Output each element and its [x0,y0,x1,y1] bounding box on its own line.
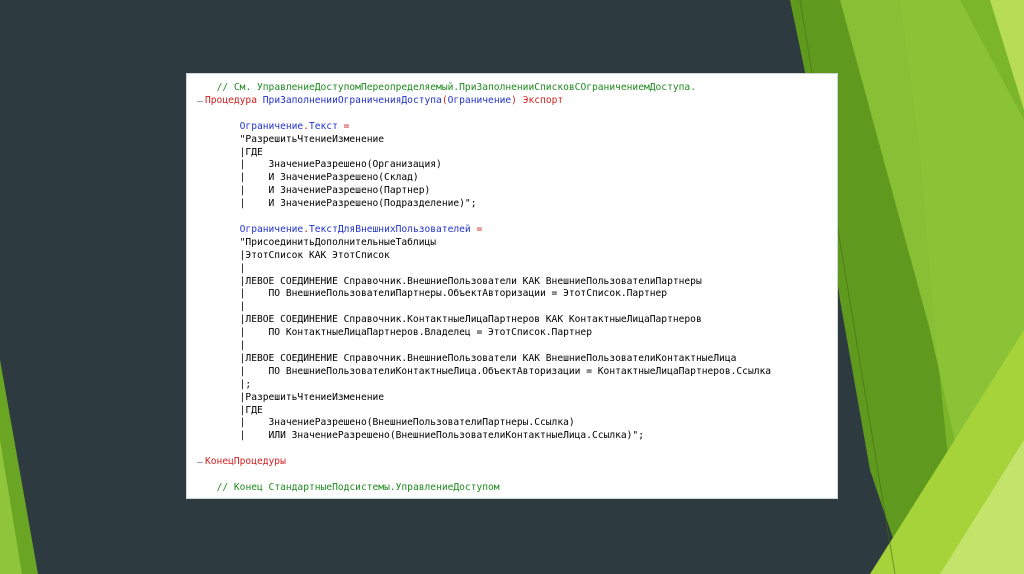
code-token: | ЗначениеРазрешено(ВнешниеПользователиП… [239,417,575,429]
code-line: | [205,340,246,353]
code-line: | [205,262,246,276]
fold-marker [197,100,203,102]
code-token: |ЛЕВОЕ СОЕДИНЕНИЕ Справочник.КонтактныеЛ… [239,314,702,326]
code-token: ПриЗаполненииОграниченияДоступа [262,94,442,106]
code-line: |ГДЕ [205,147,263,160]
code-token: | [239,262,246,274]
code-token: "РазрешитьЧтениеИзменение [239,133,385,145]
code-token: = [470,223,483,235]
code-token: | ЗначениеРазрешено(Организация) [239,159,442,171]
code-line: |ЛЕВОЕ СОЕДИНЕНИЕ Справочник.ВнешниеПоль… [205,276,702,289]
code-token: // См. УправлениеДоступомПереопределяемы… [216,82,696,93]
code-token: | И ЗначениеРазрешено(Партнер) [239,185,431,197]
fold-marker [197,462,203,464]
code-token: |ГДЕ [239,146,263,158]
code-token: = [337,120,350,132]
code-token: "ПрисоединитьДополнительныеТаблицы [239,236,437,248]
code-token: Процедура [205,94,263,106]
code-token: | И ЗначениеРазрешено(Склад) [239,172,419,184]
code-line: | ПО ВнешниеПользователиКонтактныеЛица.О… [205,366,771,379]
code-line: // См. УправлениеДоступомПереопределяемы… [205,82,696,95]
code-screenshot-panel: // См. УправлениеДоступомПереопределяемы… [186,73,838,499]
code-line: | ИЛИ ЗначениеРазрешено(ВнешниеПользоват… [205,430,644,443]
code-line: |ЭтотСписок КАК ЭтотСписок [205,250,390,263]
code-line: | ПО ВнешниеПользователиПартнеры.ОбъектА… [205,288,667,301]
code-line: |; [205,378,252,392]
code-token: | ПО ВнешниеПользователиПартнеры.ОбъектА… [239,288,668,300]
code-line: "РазрешитьЧтениеИзменение [205,134,384,147]
code-line: // Конец СтандартныеПодсистемы.Управлени… [205,482,500,495]
code-line: | ПО КонтактныеЛицаПартнеров.Владелец = … [205,327,592,340]
code-token: Ограничение [239,120,304,132]
code-line: | И ЗначениеРазрешено(Склад) [205,172,419,185]
code-token: Текст [308,120,338,132]
code-line: |РазрешитьЧтениеИзменение [205,392,384,405]
code-token: | ИЛИ ЗначениеРазрешено(ВнешниеПользоват… [239,430,644,442]
code-token: | ПО КонтактныеЛицаПартнеров.Владелец = … [239,327,592,339]
code-line: | И ЗначениеРазрешено(Подразделение)"; [205,198,477,211]
code-token: КонецПроцедуры [205,456,286,468]
code-token: | И ЗначениеРазрешено(Подразделение)"; [239,198,477,210]
code-line: КонецПроцедуры [205,456,286,469]
code-token: ) [511,94,523,106]
code-token: |РазрешитьЧтениеИзменение [239,391,385,403]
code-token: |ЭтотСписок КАК ЭтотСписок [239,249,390,261]
code-line: "ПрисоединитьДополнительныеТаблицы [205,237,436,250]
code-token: |ЛЕВОЕ СОЕДИНЕНИЕ Справочник.ВнешниеПоль… [239,275,702,287]
code-line: | И ЗначениеРазрешено(Партнер) [205,185,431,198]
code-token: |ЛЕВОЕ СОЕДИНЕНИЕ Справочник.ВнешниеПоль… [239,352,737,364]
code-token: | [239,340,246,351]
code-token: Ограничение [447,94,512,106]
code-line: Ограничение.ТекстДляВнешнихПользователей… [205,223,483,237]
code-token: |ГДЕ [239,404,263,416]
code-token: |; [239,378,252,390]
code-line: |ЛЕВОЕ СОЕДИНЕНИЕ Справочник.ВнешниеПоль… [205,352,737,366]
code-token: | [239,301,246,313]
code-line: | [205,301,246,314]
code-line: |ГДЕ [205,405,263,418]
code-line: Ограничение.Текст = [205,120,350,134]
code-token: Ограничение [239,223,304,235]
code-token: | ПО ВнешниеПользователиКонтактныеЛица.О… [239,365,772,377]
code-line: |ЛЕВОЕ СОЕДИНЕНИЕ Справочник.КонтактныеЛ… [205,314,702,327]
code-line: | ЗначениеРазрешено(ВнешниеПользователиП… [205,417,575,430]
code-token: // Конец СтандартныеПодсистемы.Управлени… [216,481,500,493]
code-line: | ЗначениеРазрешено(Организация) [205,159,442,172]
code-line: Процедура ПриЗаполненииОграниченияДоступ… [205,95,563,108]
code-token: Экспорт [522,94,564,106]
code-token: ТекстДляВнешнихПользователей [308,223,471,235]
